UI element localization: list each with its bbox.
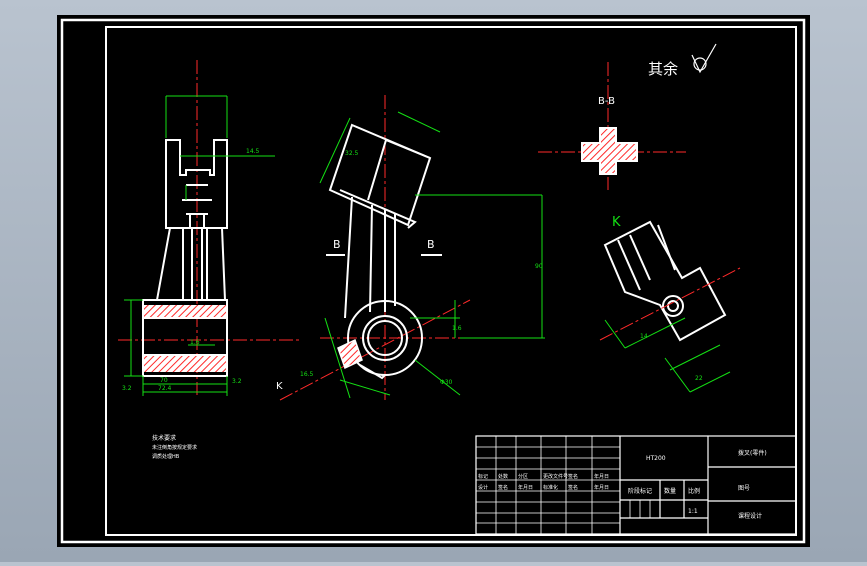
design-label: 设计 [478,484,488,491]
qty-label: 数量 [664,487,676,495]
svg-text:22: 22 [695,375,703,382]
drawing-sheet [57,15,810,547]
svg-text:1.6: 1.6 [452,325,462,332]
view-k-label: K [612,215,621,230]
school-name: 课程设计 [738,512,762,520]
svg-text:Φ30: Φ30 [440,379,453,386]
svg-text:14: 14 [640,333,648,340]
drawing-number: 图号 [738,485,750,492]
notes-line2: 调质处理HB [152,453,180,460]
row-label: 处数 [498,473,508,480]
row-label: 签名 [568,473,578,480]
drawing-canvas: 其余 14.5 1.6 70 72.4 3.2 3.2 B B K 32.5 9… [57,15,810,547]
svg-text:3.2: 3.2 [122,385,132,392]
svg-text:72.4: 72.4 [158,385,172,392]
view-arrow-k: K [276,381,283,392]
design-label: 签名 [568,484,578,491]
svg-text:1.6: 1.6 [190,339,200,346]
cad-viewer[interactable]: 其余 14.5 1.6 70 72.4 3.2 3.2 B B K 32.5 9… [0,0,867,562]
scale-value: 1:1 [688,508,698,515]
svg-text:32.5: 32.5 [345,150,359,157]
design-label: 签名 [498,484,508,491]
scale-label: 比例 [688,487,700,495]
svg-text:90: 90 [535,263,543,270]
svg-text:70: 70 [160,377,168,384]
row-label: 标记 [478,473,488,480]
design-label: 年月日 [594,484,609,491]
roughness-label: 其余 [648,60,678,78]
notes-heading: 技术要求 [152,434,176,442]
design-label: 标准化 [543,484,558,491]
design-label: 年月日 [518,484,533,491]
section-label: B-B [598,96,615,107]
cut-label-right: B [427,238,435,251]
svg-text:16.5: 16.5 [300,371,314,378]
cut-label-left: B [333,238,341,251]
notes-line1: 未注倒角按规定要求 [152,444,197,451]
row-label: 分区 [518,473,528,480]
svg-text:3.2: 3.2 [232,378,242,385]
stage-label: 阶段标记 [628,487,652,495]
row-label: 年月日 [594,473,609,480]
svg-text:14.5: 14.5 [246,148,260,155]
row-label: 更改文件号 [543,473,568,480]
part-name: 拨叉(零件) [738,449,767,457]
material-text: HT200 [646,455,666,462]
